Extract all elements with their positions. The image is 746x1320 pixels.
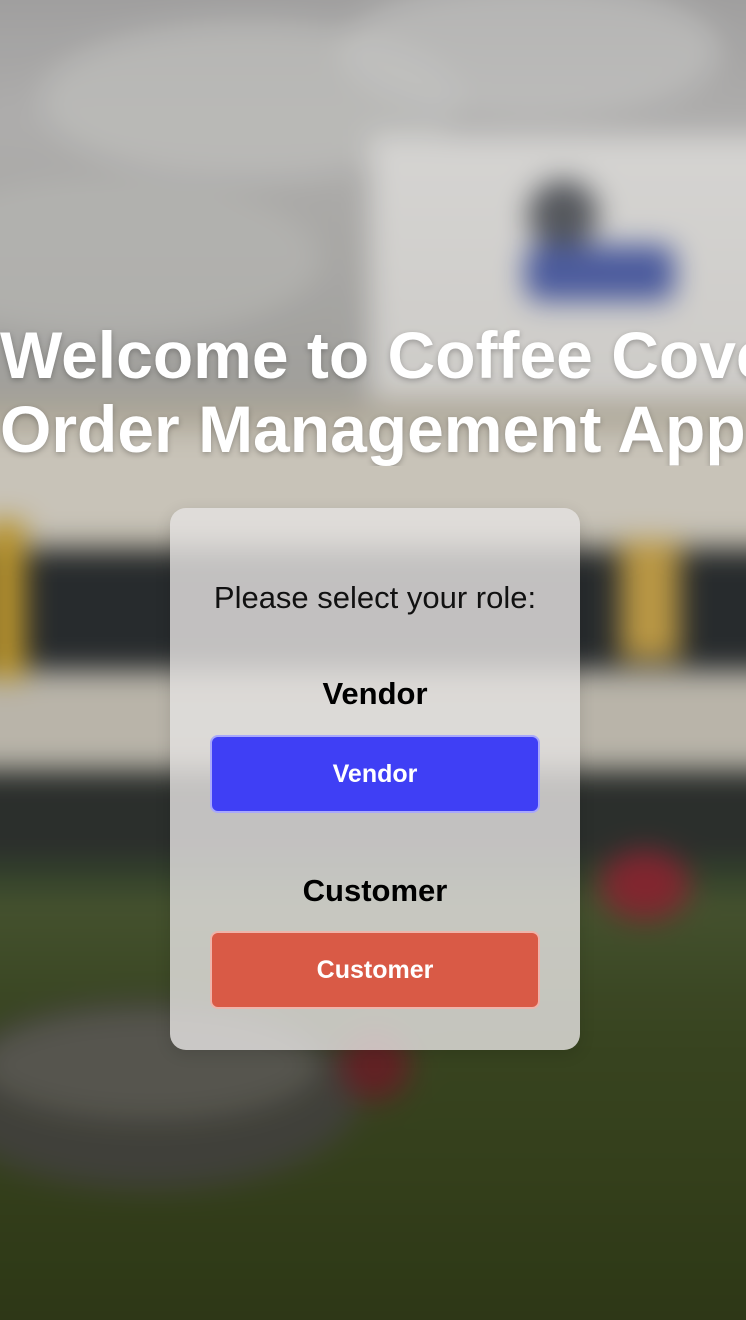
page-title: Welcome to Coffee Cove Order Management … bbox=[0, 318, 746, 466]
customer-button[interactable]: Customer bbox=[210, 931, 540, 1009]
vendor-button[interactable]: Vendor bbox=[210, 735, 540, 813]
page-title-line-2: Order Management App! bbox=[0, 392, 746, 466]
role-selection-card: Please select your role: Vendor Vendor C… bbox=[170, 508, 580, 1050]
customer-heading: Customer bbox=[302, 873, 448, 908]
role-prompt: Please select your role: bbox=[213, 580, 537, 615]
page-title-line-1: Welcome to Coffee Cove bbox=[0, 318, 746, 392]
vendor-heading: Vendor bbox=[322, 676, 428, 711]
